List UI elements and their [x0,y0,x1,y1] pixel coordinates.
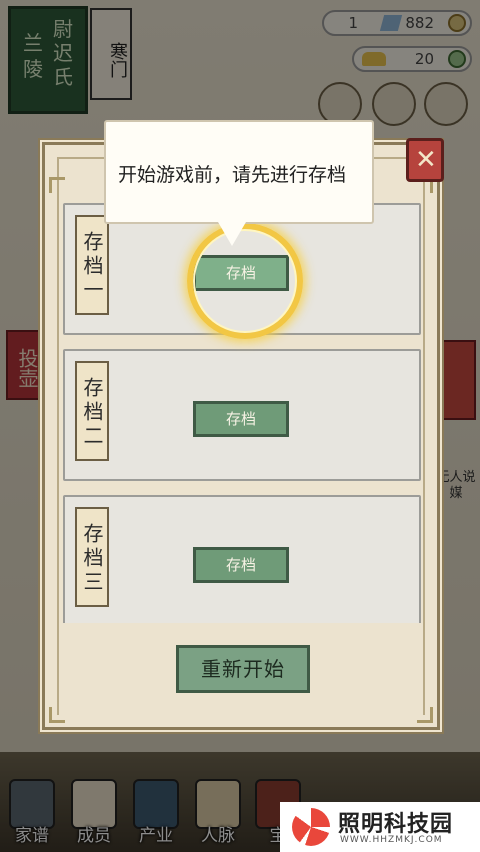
tooltip-pointer [218,222,246,246]
close-button[interactable]: ✕ [406,138,444,182]
save-slot-2: 存档二 存档 [63,349,421,481]
save-slot-label: 存档三 [75,507,109,607]
save-button[interactable]: 存档 [193,401,289,437]
save-button[interactable]: 存档 [193,547,289,583]
corner-ornament [49,177,65,193]
save-slot-3: 存档三 存档 [63,495,421,627]
restart-button[interactable]: 重新开始 [176,645,310,693]
watermark-name: 照明科技园 [338,812,454,837]
save-slot-label: 存档一 [75,215,109,315]
watermark: 照明科技园 WWW.HHZMKJ.COM [280,802,480,852]
close-icon: ✕ [415,145,437,175]
save-slot-label: 存档二 [75,361,109,461]
watermark-url: WWW.HHZMKJ.COM [340,835,443,845]
tooltip-text: 开始游戏前，请先进行存档 [118,164,347,186]
tutorial-tooltip: 开始游戏前，请先进行存档 [104,120,374,224]
sun-logo-icon [292,808,330,846]
